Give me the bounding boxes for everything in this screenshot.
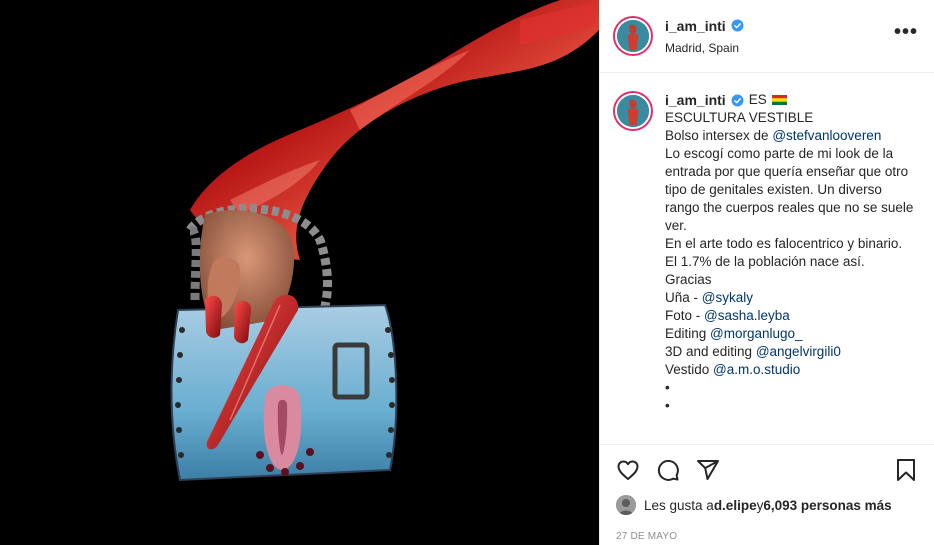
verified-badge-icon bbox=[731, 19, 744, 32]
liker-username[interactable]: d.elipe bbox=[714, 498, 757, 513]
comments-section: i_am_inti ES ESCULTURA VESTIBLE Bolso int… bbox=[600, 73, 934, 443]
caption-line-text: Editing bbox=[665, 326, 711, 341]
caption-line: • bbox=[665, 379, 918, 397]
caption-line: Bolso intersex de @stefvanlooveren bbox=[665, 127, 918, 145]
likes-summary[interactable]: Les gusta a d.elipe y 6,093 personas más bbox=[616, 495, 918, 515]
likes-prefix: Les gusta a bbox=[644, 497, 714, 513]
caption-line-text: • bbox=[665, 398, 670, 413]
caption-line: Editing @morganlugo_ bbox=[665, 325, 918, 343]
caption-username[interactable]: i_am_inti bbox=[665, 91, 744, 109]
post-location[interactable]: Madrid, Spain bbox=[665, 41, 894, 55]
author-avatar[interactable] bbox=[613, 16, 653, 56]
caption-line-text: • bbox=[665, 380, 670, 395]
caption: i_am_inti ES ESCULTURA VESTIBLE Bolso int… bbox=[665, 91, 918, 443]
caption-line: • bbox=[665, 397, 918, 415]
mention-link[interactable]: @morganlugo_ bbox=[710, 326, 803, 341]
caption-language: ES bbox=[748, 92, 767, 107]
mention-link[interactable]: @sasha.leyba bbox=[704, 308, 790, 323]
more-options-icon[interactable]: ••• bbox=[894, 22, 918, 45]
instagram-post: i_am_inti Madrid, Spain ••• i_am_inti ES… bbox=[0, 0, 934, 545]
caption-line-text: Gracias bbox=[665, 272, 712, 287]
action-bar bbox=[616, 445, 918, 495]
mention-link[interactable]: @stefvanlooveren bbox=[772, 128, 881, 143]
mention-link[interactable]: @angelvirgili0 bbox=[756, 344, 841, 359]
post-footer: Les gusta a d.elipe y 6,093 personas más… bbox=[600, 444, 934, 542]
post-header: i_am_inti Madrid, Spain ••• bbox=[600, 0, 934, 73]
caption-line-text: Bolso intersex de bbox=[665, 128, 773, 143]
caption-line: Vestido @a.m.o.studio bbox=[665, 361, 918, 379]
comment-icon[interactable] bbox=[656, 458, 680, 482]
caption-line-text: Vestido bbox=[665, 362, 714, 377]
header-text: i_am_inti Madrid, Spain bbox=[665, 18, 894, 55]
caption-line-text: ESCULTURA VESTIBLE bbox=[665, 110, 814, 125]
heart-icon[interactable] bbox=[616, 458, 640, 482]
caption-line: El 1.7% de la población nace así. bbox=[665, 253, 918, 271]
avatar-image bbox=[617, 20, 649, 52]
caption-line-text: 3D and editing bbox=[665, 344, 756, 359]
liker-avatar[interactable] bbox=[616, 495, 636, 515]
caption-line: Lo escogí como parte de mi look de la en… bbox=[665, 145, 918, 235]
caption-text: ESCULTURA VESTIBLE Bolso intersex de @ste… bbox=[665, 109, 918, 415]
likes-count[interactable]: 6,093 personas más bbox=[763, 498, 891, 513]
caption-line: En el arte todo es falocentrico y binari… bbox=[665, 235, 918, 253]
caption-line-text: En el arte todo es falocentrico y binari… bbox=[665, 236, 903, 251]
bookmark-icon[interactable] bbox=[894, 458, 918, 482]
likes-middle: y bbox=[756, 497, 764, 513]
post-photo bbox=[0, 0, 599, 545]
caption-username-label: i_am_inti bbox=[665, 92, 726, 108]
caption-line: ESCULTURA VESTIBLE bbox=[665, 109, 918, 127]
caption-line: Foto - @sasha.leyba bbox=[665, 307, 918, 325]
caption-avatar[interactable] bbox=[613, 91, 653, 131]
caption-line: Gracias bbox=[665, 271, 918, 289]
caption-line-text: El 1.7% de la población nace así. bbox=[665, 254, 865, 269]
post-date[interactable]: 27 DE MAYO bbox=[616, 531, 918, 542]
author-username[interactable]: i_am_inti bbox=[665, 18, 744, 34]
share-icon[interactable] bbox=[696, 458, 720, 482]
avatar-image bbox=[617, 95, 649, 127]
author-username-label: i_am_inti bbox=[665, 17, 726, 34]
caption-line: Uña - @sykaly bbox=[665, 289, 918, 307]
caption-line-text: Uña - bbox=[665, 290, 702, 305]
mention-link[interactable]: @sykaly bbox=[702, 290, 753, 305]
caption-line-text: Foto - bbox=[665, 308, 705, 323]
verified-badge-icon bbox=[731, 94, 744, 106]
caption-header: i_am_inti ES bbox=[665, 91, 918, 109]
bolivia-flag-icon bbox=[771, 95, 787, 105]
caption-line: 3D and editing @angelvirgili0 bbox=[665, 343, 918, 361]
post-side-panel: i_am_inti Madrid, Spain ••• i_am_inti ES… bbox=[599, 0, 934, 545]
mention-link[interactable]: @a.m.o.studio bbox=[713, 362, 800, 377]
post-image[interactable] bbox=[0, 0, 599, 545]
caption-line-text: Lo escogí como parte de mi look de la en… bbox=[665, 146, 918, 233]
